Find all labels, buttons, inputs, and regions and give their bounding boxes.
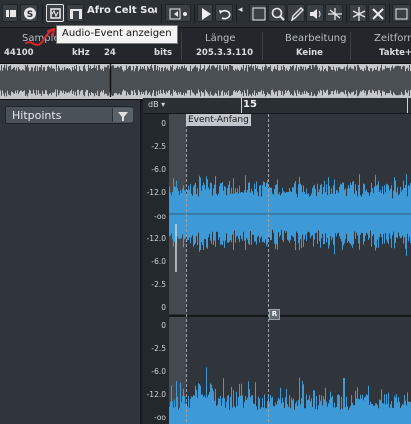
ruler[interactable]: dB ▾ 15	[143, 98, 411, 114]
length-header: Länge	[205, 33, 236, 44]
scale-tick-top-0: 0	[161, 119, 166, 128]
scale-tick-bottom-4: -oo	[153, 413, 166, 422]
event-start-label[interactable]: Event-Anfang	[186, 114, 251, 126]
samplerate-value: 44100	[4, 48, 34, 58]
select-tool-icon[interactable]	[249, 4, 267, 22]
more-tools-icon[interactable]	[392, 4, 411, 22]
zoom-tool-icon[interactable]	[268, 4, 286, 22]
chevron-down-icon[interactable]: ▾	[152, 8, 159, 16]
left-inspector-panel: Hitpoints	[0, 100, 141, 424]
right-locator-marker[interactable]: R	[269, 309, 280, 320]
samplerate-unit: kHz	[72, 48, 90, 58]
caret-left-icon: ◂	[238, 5, 243, 15]
scale-tick-bottom-0: 0	[161, 321, 166, 330]
scale-tick-top-4: -oo	[153, 212, 166, 221]
ruler-bar-number: 15	[243, 99, 257, 110]
svg-text:S: S	[27, 10, 33, 20]
scale-tick-bottom-3: -12.0	[146, 390, 166, 399]
filter-icon[interactable]	[112, 108, 133, 122]
waveform-overview[interactable]	[0, 63, 411, 101]
scale-tick-top-7: -2.5	[151, 280, 166, 289]
speaker-icon[interactable]	[306, 4, 324, 22]
audio-clip-select[interactable]: Afro Celt Sour	[87, 5, 157, 21]
play-icon[interactable]	[197, 4, 213, 22]
timeformat-header: Zeitformat	[374, 33, 411, 44]
timewarp-icon[interactable]	[325, 4, 343, 22]
scale-tick-top-3: -12.0	[146, 188, 166, 197]
tooltip: Audio-Event anzeigen	[56, 25, 178, 44]
show-audio-event-icon[interactable]	[46, 4, 64, 22]
solo-icon[interactable]: S	[20, 4, 38, 22]
waveform	[169, 114, 411, 424]
loop-icon[interactable]	[215, 4, 233, 22]
waveform-display[interactable]	[169, 114, 411, 424]
editing-value: Keine	[296, 48, 323, 58]
bitdepth-value: 24	[104, 48, 116, 58]
draw-tool-icon[interactable]	[287, 4, 305, 22]
scale-tick-top-5: -12.0	[146, 234, 166, 243]
scale-tick-top-1: -2.5	[151, 142, 166, 151]
timeformat-value[interactable]: Takte+Zä	[379, 48, 411, 58]
hitpoints-label: Hitpoints	[12, 109, 62, 122]
scale-tick-top-2: -6.0	[151, 165, 166, 174]
hitpoint-tool-icon[interactable]	[349, 4, 367, 22]
bitdepth-unit: bits	[154, 48, 173, 58]
toolbar: S Afro Celt Sour ▾ ◂	[0, 0, 411, 28]
amplitude-scale: 0 -2.5 -6.0 -12.0 -oo -12.0 -6.0 -2.5 0 0 -2.5 -6.0…	[143, 114, 169, 424]
scale-tick-top-6: -6.0	[151, 257, 166, 266]
scale-tick-top-8: 0	[161, 303, 166, 312]
editing-header: Bearbeitung	[285, 33, 347, 44]
hitpoints-section[interactable]: Hitpoints	[5, 106, 133, 124]
auto-scroll-icon[interactable]	[165, 4, 191, 22]
scale-tick-bottom-2: -6.0	[151, 367, 166, 376]
cut-icon[interactable]	[368, 4, 386, 22]
scale-tick-bottom-1: -2.5	[151, 344, 166, 353]
snap-icon[interactable]	[66, 4, 84, 22]
annotation-arrow-icon	[25, 27, 56, 46]
info-icon[interactable]	[2, 4, 18, 22]
amplitude-unit-label: dB ▾	[148, 100, 166, 109]
length-value[interactable]: 205.3.3.110	[196, 48, 253, 58]
overview-waveform	[0, 64, 411, 97]
